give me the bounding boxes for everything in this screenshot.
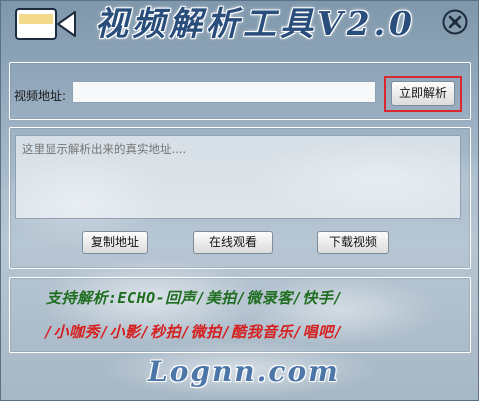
supported-sites-line-1: 支持解析:ECHO-回声/美拍/微录客/快手/ <box>46 287 343 308</box>
parse-button[interactable]: 立即解析 <box>391 81 455 106</box>
app-title: 视频解析工具V2.0 <box>95 4 417 43</box>
url-label: 视频地址: <box>14 89 67 103</box>
video-camera-icon <box>15 8 76 40</box>
support-prefix: 支持解析: <box>46 289 118 307</box>
app-window: 视频解析工具V2.0 视频地址: 立即解析 复制地址 在线观看 下载视频 支持解… <box>0 0 479 401</box>
supported-sites-line-2: /小咖秀/小影/秒拍/微拍/酷我音乐/唱吧/ <box>44 323 344 341</box>
result-textarea[interactable] <box>15 135 461 219</box>
video-url-input[interactable] <box>72 81 376 103</box>
close-x-icon[interactable] <box>441 8 469 36</box>
support-sites-1: ECHO-回声/美拍/微录客/快手/ <box>117 289 343 307</box>
watch-online-button[interactable]: 在线观看 <box>193 231 273 254</box>
download-video-button[interactable]: 下载视频 <box>317 231 389 254</box>
site-logo: Lognn.com <box>148 355 340 388</box>
copy-address-button[interactable]: 复制地址 <box>82 231 148 254</box>
